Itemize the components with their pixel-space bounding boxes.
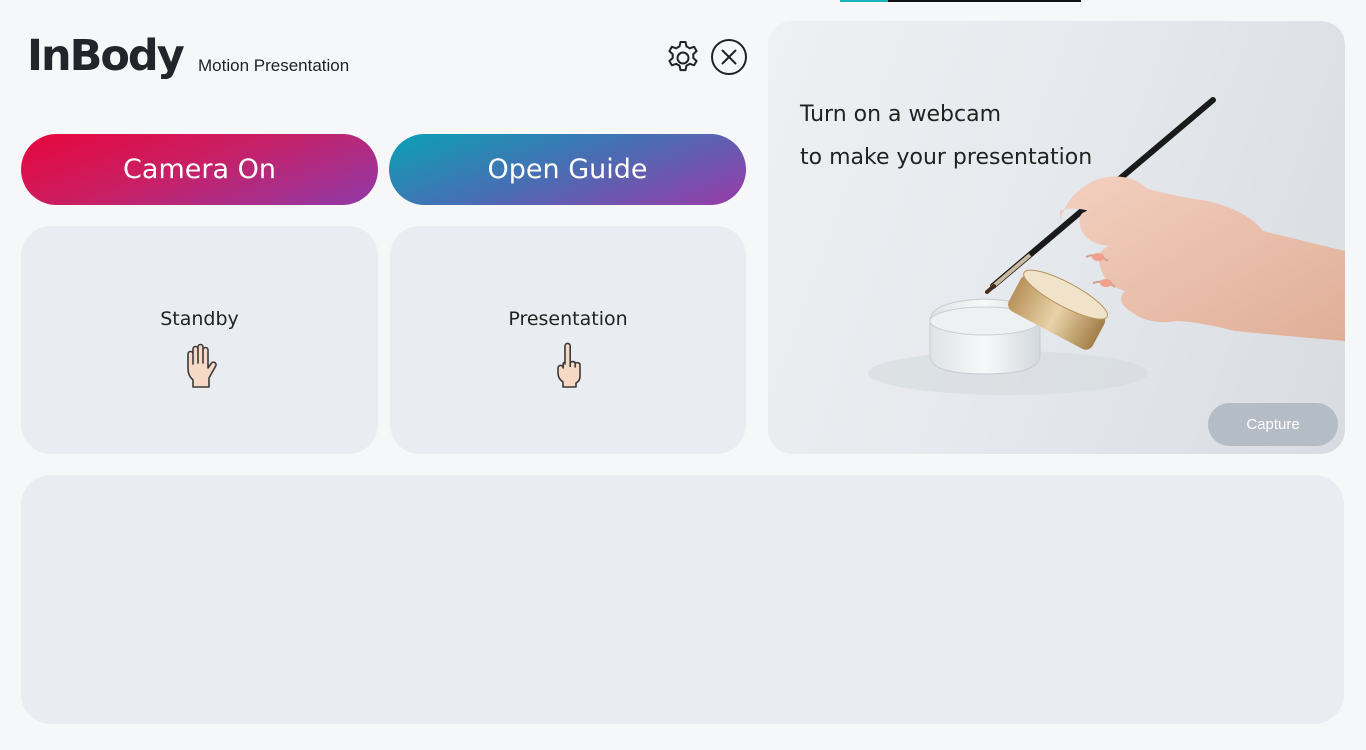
capture-button[interactable]: Capture [1208,403,1338,446]
close-circle-icon [711,39,747,75]
slide-thumbnail-panel [21,475,1344,724]
presentation-mode-card[interactable]: Presentation [390,226,746,454]
prompt-line-2: to make your presentation [800,145,1093,170]
camera-on-button[interactable]: Camera On [21,134,378,205]
prompt-line-1: Turn on a webcam [800,102,1002,127]
webcam-prompt: Turn on a webcam to make your presentati… [800,93,1092,179]
open-hand-icon [186,343,217,388]
standby-mode-card[interactable]: Standby [21,226,378,454]
presentation-label: Presentation [508,308,628,330]
brush-and-jar-illustration [868,97,1345,395]
webcam-preview: Turn on a webcam to make your presentati… [768,21,1345,454]
app-subtitle: Motion Presentation [198,56,350,75]
settings-button[interactable] [664,38,702,76]
pointing-finger-icon [557,342,581,388]
gear-icon [668,41,698,72]
close-button[interactable] [710,38,748,76]
strip-accent [840,0,888,2]
window-drag-strip [840,0,1081,2]
inbody-logo: InBody [27,31,185,81]
standby-label: Standby [160,308,239,330]
open-guide-button[interactable]: Open Guide [389,134,746,205]
